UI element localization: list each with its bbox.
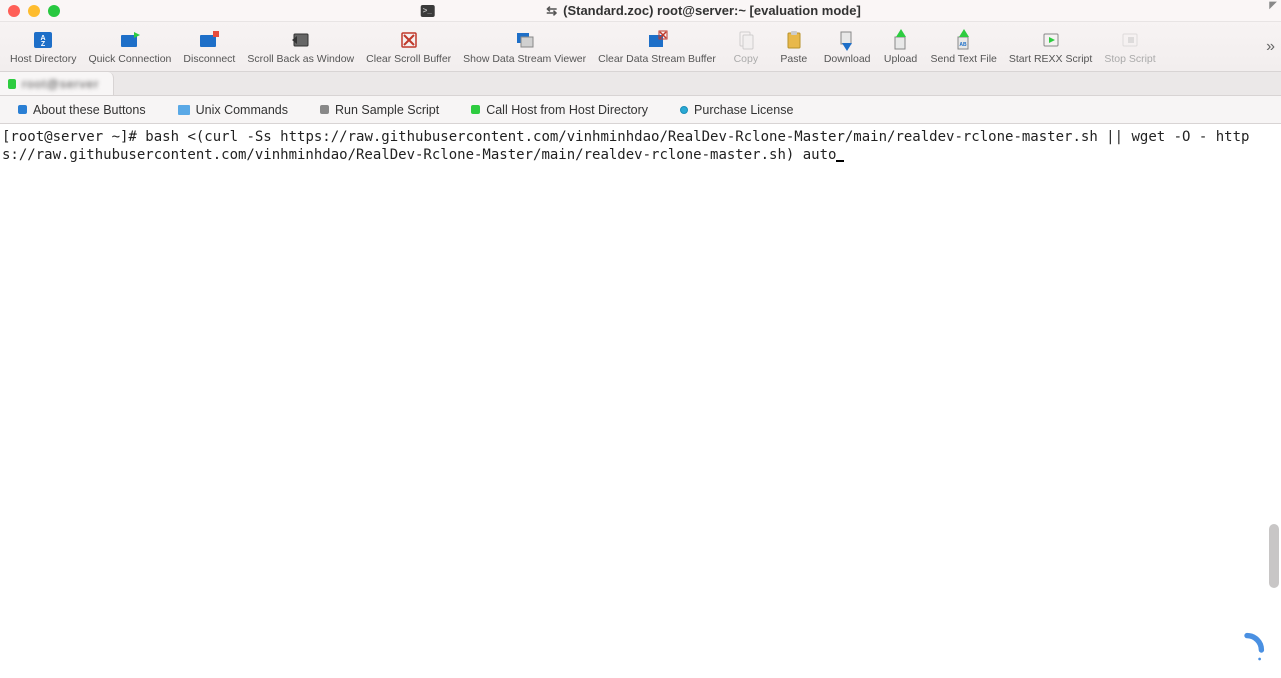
bullet-icon	[471, 105, 480, 114]
toolbar-label: Copy	[734, 53, 759, 65]
bullet-icon	[18, 105, 27, 114]
toolbar-label: Quick Connection	[89, 53, 172, 65]
paste-icon	[782, 29, 806, 51]
toolbar: AZ Host Directory Quick Connection Disco…	[0, 22, 1281, 72]
purchase-license-button[interactable]: Purchase License	[680, 103, 793, 117]
toolbar-overflow-button[interactable]: »	[1266, 38, 1275, 56]
toolbar-label: Download	[824, 53, 871, 65]
titlebar-corner-mark: ◤	[1269, 0, 1277, 11]
download-icon	[835, 29, 859, 51]
quickbar-label: Call Host from Host Directory	[486, 103, 648, 117]
recaptcha-badge	[1229, 632, 1265, 668]
unix-commands-button[interactable]: Unix Commands	[178, 103, 288, 117]
disconnect-button[interactable]: Disconnect	[177, 27, 241, 67]
quickbar-label: About these Buttons	[33, 103, 146, 117]
upload-icon	[889, 29, 913, 51]
toolbar-label: Start REXX Script	[1009, 53, 1092, 65]
session-tab[interactable]: root@server	[0, 72, 114, 95]
toolbar-label: Host Directory	[10, 53, 77, 65]
disconnect-icon	[197, 29, 221, 51]
toolbar-label: Paste	[780, 53, 807, 65]
bullet-icon	[320, 105, 329, 114]
stop-script-icon	[1118, 29, 1142, 51]
host-directory-icon: AZ	[31, 29, 55, 51]
host-directory-button[interactable]: AZ Host Directory	[4, 27, 83, 67]
quickbar: About these Buttons Unix Commands Run Sa…	[0, 96, 1281, 124]
clear-data-stream-icon	[645, 29, 669, 51]
tab-label: root@server	[22, 77, 99, 91]
data-stream-icon	[513, 29, 537, 51]
connection-icon: ⇆	[546, 3, 557, 19]
svg-text:AB: AB	[959, 42, 967, 48]
toolbar-label: Clear Data Stream Buffer	[598, 53, 716, 65]
quick-connection-button[interactable]: Quick Connection	[83, 27, 178, 67]
tabstrip: root@server	[0, 72, 1281, 96]
minimize-window-button[interactable]	[28, 5, 40, 17]
maximize-window-button[interactable]	[48, 5, 60, 17]
toolbar-label: Disconnect	[183, 53, 235, 65]
toolbar-label: Upload	[884, 53, 917, 65]
svg-text:Z: Z	[41, 41, 46, 48]
clear-data-stream-button[interactable]: Clear Data Stream Buffer	[592, 27, 722, 67]
tab-status-indicator	[8, 79, 16, 89]
terminal-prompt: [root@server ~]#	[2, 129, 145, 145]
clear-scroll-buffer-button[interactable]: Clear Scroll Buffer	[360, 27, 457, 67]
toolbar-label: Stop Script	[1104, 53, 1155, 65]
start-rexx-icon	[1039, 29, 1063, 51]
call-host-button[interactable]: Call Host from Host Directory	[471, 103, 648, 117]
terminal-cursor	[836, 160, 844, 162]
folder-icon	[178, 105, 190, 115]
send-text-file-button[interactable]: AB Send Text File	[925, 27, 1003, 67]
toolbar-label: Show Data Stream Viewer	[463, 53, 586, 65]
titlebar: >_ ⇆ (Standard.zoc) root@server:~ [evalu…	[0, 0, 1281, 22]
toolbar-label: Scroll Back as Window	[247, 53, 354, 65]
quick-connection-icon	[118, 29, 142, 51]
window-title: >_ ⇆ (Standard.zoc) root@server:~ [evalu…	[420, 3, 861, 19]
terminal-area[interactable]: [root@server ~]# bash <(curl -Ss https:/…	[0, 124, 1281, 678]
terminal-text: [root@server ~]# bash <(curl -Ss https:/…	[2, 129, 1249, 163]
scroll-back-icon	[289, 29, 313, 51]
vertical-scrollbar[interactable]	[1269, 524, 1279, 588]
quickbar-label: Purchase License	[694, 103, 793, 117]
window-title-text: (Standard.zoc) root@server:~ [evaluation…	[563, 3, 861, 18]
copy-icon	[734, 29, 758, 51]
copy-button: Copy	[722, 27, 770, 67]
clear-scroll-icon	[397, 29, 421, 51]
run-sample-script-button[interactable]: Run Sample Script	[320, 103, 439, 117]
toolbar-label: Send Text File	[931, 53, 997, 65]
window-controls	[8, 5, 60, 17]
toolbar-label: Clear Scroll Buffer	[366, 53, 451, 65]
terminal-icon: >_	[420, 5, 434, 17]
scroll-back-window-button[interactable]: Scroll Back as Window	[241, 27, 360, 67]
paste-button[interactable]: Paste	[770, 27, 818, 67]
terminal-command: bash <(curl -Ss https://raw.githubuserco…	[2, 129, 1249, 163]
send-text-icon: AB	[952, 29, 976, 51]
upload-button[interactable]: Upload	[877, 27, 925, 67]
quickbar-label: Unix Commands	[196, 103, 288, 117]
download-button[interactable]: Download	[818, 27, 877, 67]
stop-script-button: Stop Script	[1098, 27, 1161, 67]
show-data-stream-button[interactable]: Show Data Stream Viewer	[457, 27, 592, 67]
start-rexx-button[interactable]: Start REXX Script	[1003, 27, 1098, 67]
quickbar-label: Run Sample Script	[335, 103, 439, 117]
bullet-icon	[680, 106, 688, 114]
close-window-button[interactable]	[8, 5, 20, 17]
about-buttons-button[interactable]: About these Buttons	[18, 103, 146, 117]
